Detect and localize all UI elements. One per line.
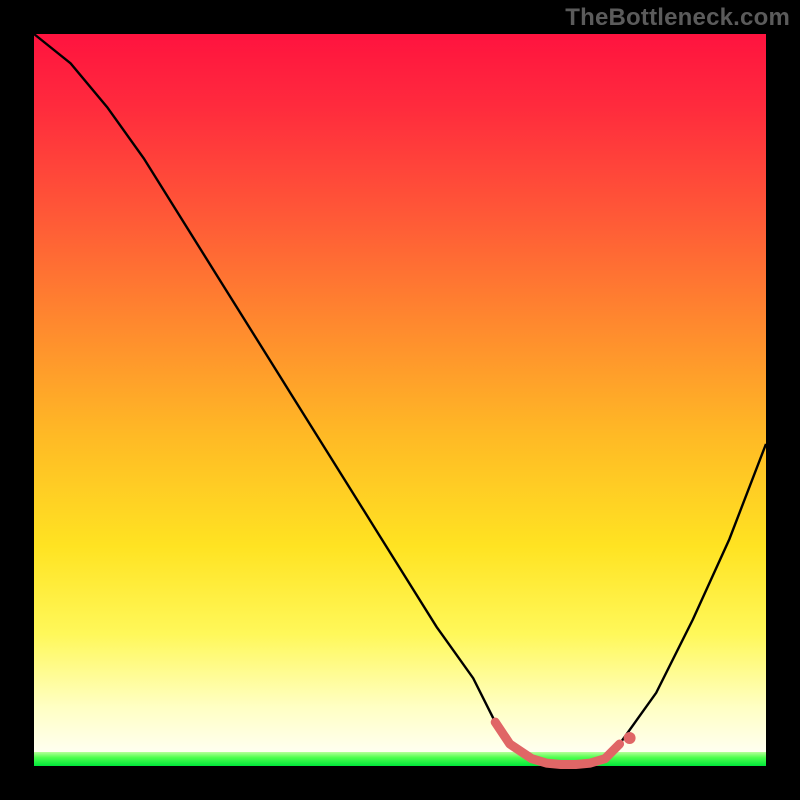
bottleneck-curve-path <box>34 34 766 765</box>
optimal-range-end-dot <box>624 732 636 744</box>
chart-frame: TheBottleneck.com <box>0 0 800 800</box>
bottleneck-curve-svg <box>34 34 766 766</box>
watermark-text: TheBottleneck.com <box>565 4 790 32</box>
optimal-range-highlight <box>495 722 619 764</box>
